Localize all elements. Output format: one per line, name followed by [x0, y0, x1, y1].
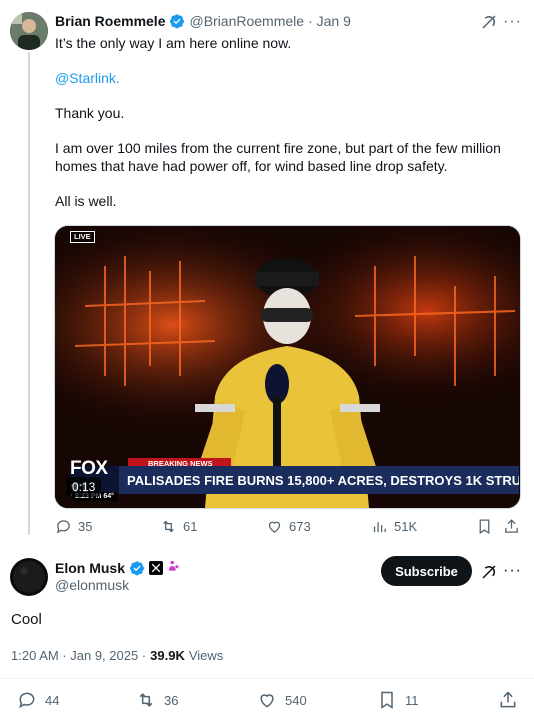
- reply-count: 35: [78, 519, 93, 534]
- bookmark-button[interactable]: 11: [377, 690, 419, 710]
- post-text-line-1: It’s the only way I am here online now.: [55, 35, 292, 51]
- bookmark-icon: [479, 519, 490, 535]
- views-button[interactable]: 51K: [371, 518, 417, 535]
- original-post-date[interactable]: · Jan 9: [308, 13, 351, 29]
- news-ticker: FOX 11 PALISADES FIRE BURNS 15,800+ ACRE…: [70, 458, 519, 501]
- views-count: 51K: [394, 519, 418, 534]
- like-count: 673: [289, 519, 311, 534]
- repost-button[interactable]: 61: [160, 518, 197, 535]
- bookmark-count: 11: [405, 692, 419, 708]
- share-button[interactable]: [503, 518, 520, 540]
- subscribe-button[interactable]: Subscribe: [381, 556, 472, 586]
- like-button[interactable]: 673: [266, 518, 311, 535]
- repost-count: 61: [183, 519, 198, 534]
- reply-views-label: Views: [188, 648, 224, 663]
- repost-button[interactable]: 36: [136, 690, 178, 710]
- repost-icon: [139, 693, 153, 707]
- like-count: 540: [285, 692, 307, 708]
- reply-button[interactable]: 35: [55, 518, 92, 535]
- thread-connector-line: [28, 52, 30, 535]
- original-author-handle[interactable]: @BrianRoemmele: [189, 13, 304, 29]
- post-text-line-5: homes that have had power off, for wind …: [55, 158, 448, 174]
- starlink-mention-link[interactable]: @Starlink.: [55, 69, 515, 87]
- repost-count: 36: [164, 692, 179, 708]
- grok-icon[interactable]: [480, 13, 498, 36]
- bookmark-icon: [381, 691, 393, 709]
- verified-badge-icon: [170, 14, 185, 29]
- share-button[interactable]: [498, 690, 518, 715]
- elon-avatar[interactable]: [10, 558, 48, 596]
- post-text-line-4: I am over 100 miles from the current fir…: [55, 140, 501, 156]
- heart-icon: [260, 694, 274, 708]
- government-badge-icon: [167, 559, 181, 576]
- news-headline: PALISADES FIRE BURNS 15,800+ ACRES, DEST…: [127, 472, 519, 488]
- divider: [0, 678, 534, 679]
- live-label: LIVE: [70, 231, 95, 243]
- reply-views-count: 39.9K: [150, 648, 185, 663]
- verified-badge-icon: [130, 560, 145, 575]
- grok-icon[interactable]: [480, 563, 498, 586]
- share-icon: [500, 691, 516, 708]
- x-affiliate-badge-icon: [149, 560, 164, 575]
- original-author-name[interactable]: Brian Roemmele: [55, 13, 165, 29]
- reply-icon: [19, 692, 35, 709]
- share-icon: [505, 519, 518, 533]
- brian-avatar[interactable]: [10, 12, 48, 50]
- repost-icon: [163, 520, 174, 533]
- like-button[interactable]: 540: [257, 690, 307, 710]
- reply-author-name[interactable]: Elon Musk: [55, 560, 125, 576]
- more-options-icon[interactable]: ···: [503, 13, 522, 31]
- reply-author-handle[interactable]: @elonmusk: [55, 577, 129, 593]
- reply-icon: [56, 520, 70, 534]
- reply-text: Cool: [11, 611, 42, 628]
- heart-icon: [268, 521, 281, 533]
- post-text-line-6: All is well.: [55, 193, 117, 209]
- bookmark-button[interactable]: [476, 518, 493, 540]
- reply-timestamp[interactable]: 1:20 AM · Jan 9, 2025 ·: [11, 648, 146, 663]
- reply-button[interactable]: 44: [17, 690, 59, 710]
- more-options-icon[interactable]: ···: [503, 562, 522, 580]
- reply-count: 44: [45, 692, 60, 708]
- analytics-icon: [373, 522, 386, 533]
- post-text-line-3: Thank you.: [55, 105, 125, 121]
- video-timecode: 0:13: [66, 477, 102, 497]
